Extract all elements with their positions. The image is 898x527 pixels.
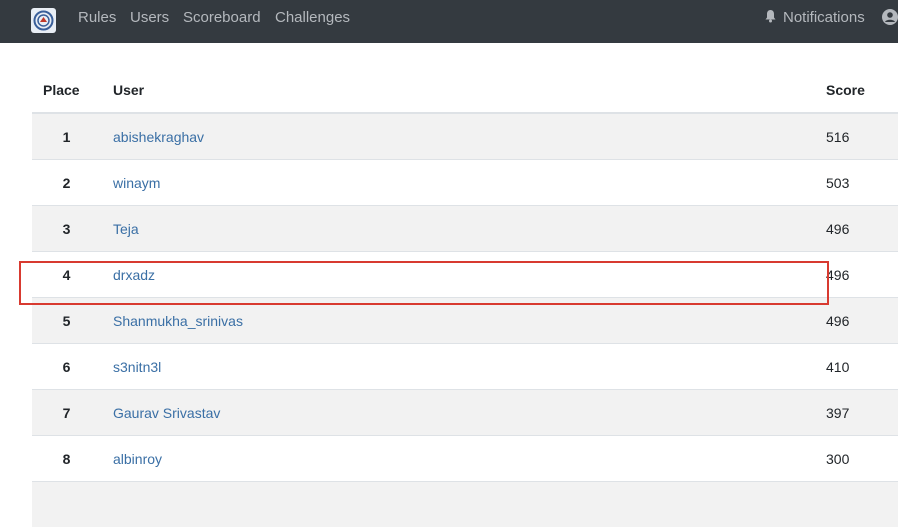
nav-users-link[interactable]: Users — [130, 0, 169, 43]
place-cell: 4 — [32, 252, 113, 298]
place-cell: 2 — [32, 160, 113, 206]
navbar: Rules Users Scoreboard Challenges Notifi… — [0, 0, 898, 43]
user-link[interactable]: abishekraghav — [113, 129, 204, 145]
table-header-row: Place User Score — [32, 68, 898, 113]
score-cell: 300 — [826, 436, 898, 482]
table-row — [32, 482, 898, 527]
user-circle-icon[interactable] — [882, 9, 898, 25]
place-cell: 1 — [32, 113, 113, 160]
place-cell: 6 — [32, 344, 113, 390]
place-cell — [32, 482, 113, 527]
nav-scoreboard-link[interactable]: Scoreboard — [183, 0, 261, 43]
score-cell: 410 — [826, 344, 898, 390]
scoreboard-table: Place User Score 1 abishekraghav 516 2 w… — [32, 68, 898, 527]
user-cell: drxadz — [113, 252, 826, 298]
table-row: 8 albinroy 300 — [32, 436, 898, 482]
site-logo[interactable] — [31, 8, 56, 33]
place-column-header: Place — [32, 68, 113, 113]
score-cell: 496 — [826, 298, 898, 344]
score-cell: 496 — [826, 206, 898, 252]
place-cell: 3 — [32, 206, 113, 252]
nav-rules-link[interactable]: Rules — [78, 0, 116, 43]
user-link[interactable]: winaym — [113, 175, 160, 191]
user-link[interactable]: s3nitn3l — [113, 359, 161, 375]
table-row: 6 s3nitn3l 410 — [32, 344, 898, 390]
table-row: 3 Teja 496 — [32, 206, 898, 252]
score-cell: 503 — [826, 160, 898, 206]
user-link[interactable]: Shanmukha_srinivas — [113, 313, 243, 329]
score-cell — [826, 482, 898, 527]
logo-emblem-icon — [33, 10, 54, 31]
place-cell: 8 — [32, 436, 113, 482]
user-cell: s3nitn3l — [113, 344, 826, 390]
table-row: 4 drxadz 496 — [32, 252, 898, 298]
score-cell: 496 — [826, 252, 898, 298]
user-cell — [113, 482, 826, 527]
user-cell: Teja — [113, 206, 826, 252]
table-row: 5 Shanmukha_srinivas 496 — [32, 298, 898, 344]
table-row: 1 abishekraghav 516 — [32, 113, 898, 160]
bell-icon — [764, 9, 777, 23]
user-cell: albinroy — [113, 436, 826, 482]
user-column-header: User — [113, 68, 826, 113]
user-link[interactable]: Teja — [113, 221, 139, 237]
user-link[interactable]: albinroy — [113, 451, 162, 467]
user-cell: abishekraghav — [113, 113, 826, 160]
table-row: 7 Gaurav Srivastav 397 — [32, 390, 898, 436]
score-cell: 397 — [826, 390, 898, 436]
user-cell: winaym — [113, 160, 826, 206]
notifications-label: Notifications — [783, 9, 865, 26]
notifications-link[interactable]: Notifications — [764, 0, 865, 43]
place-cell: 5 — [32, 298, 113, 344]
score-cell: 516 — [826, 113, 898, 160]
user-link[interactable]: Gaurav Srivastav — [113, 405, 220, 421]
nav-challenges-link[interactable]: Challenges — [275, 0, 350, 43]
place-cell: 7 — [32, 390, 113, 436]
user-link[interactable]: drxadz — [113, 267, 155, 283]
score-column-header: Score — [826, 68, 898, 113]
table-row: 2 winaym 503 — [32, 160, 898, 206]
user-cell: Gaurav Srivastav — [113, 390, 826, 436]
user-cell: Shanmukha_srinivas — [113, 298, 826, 344]
